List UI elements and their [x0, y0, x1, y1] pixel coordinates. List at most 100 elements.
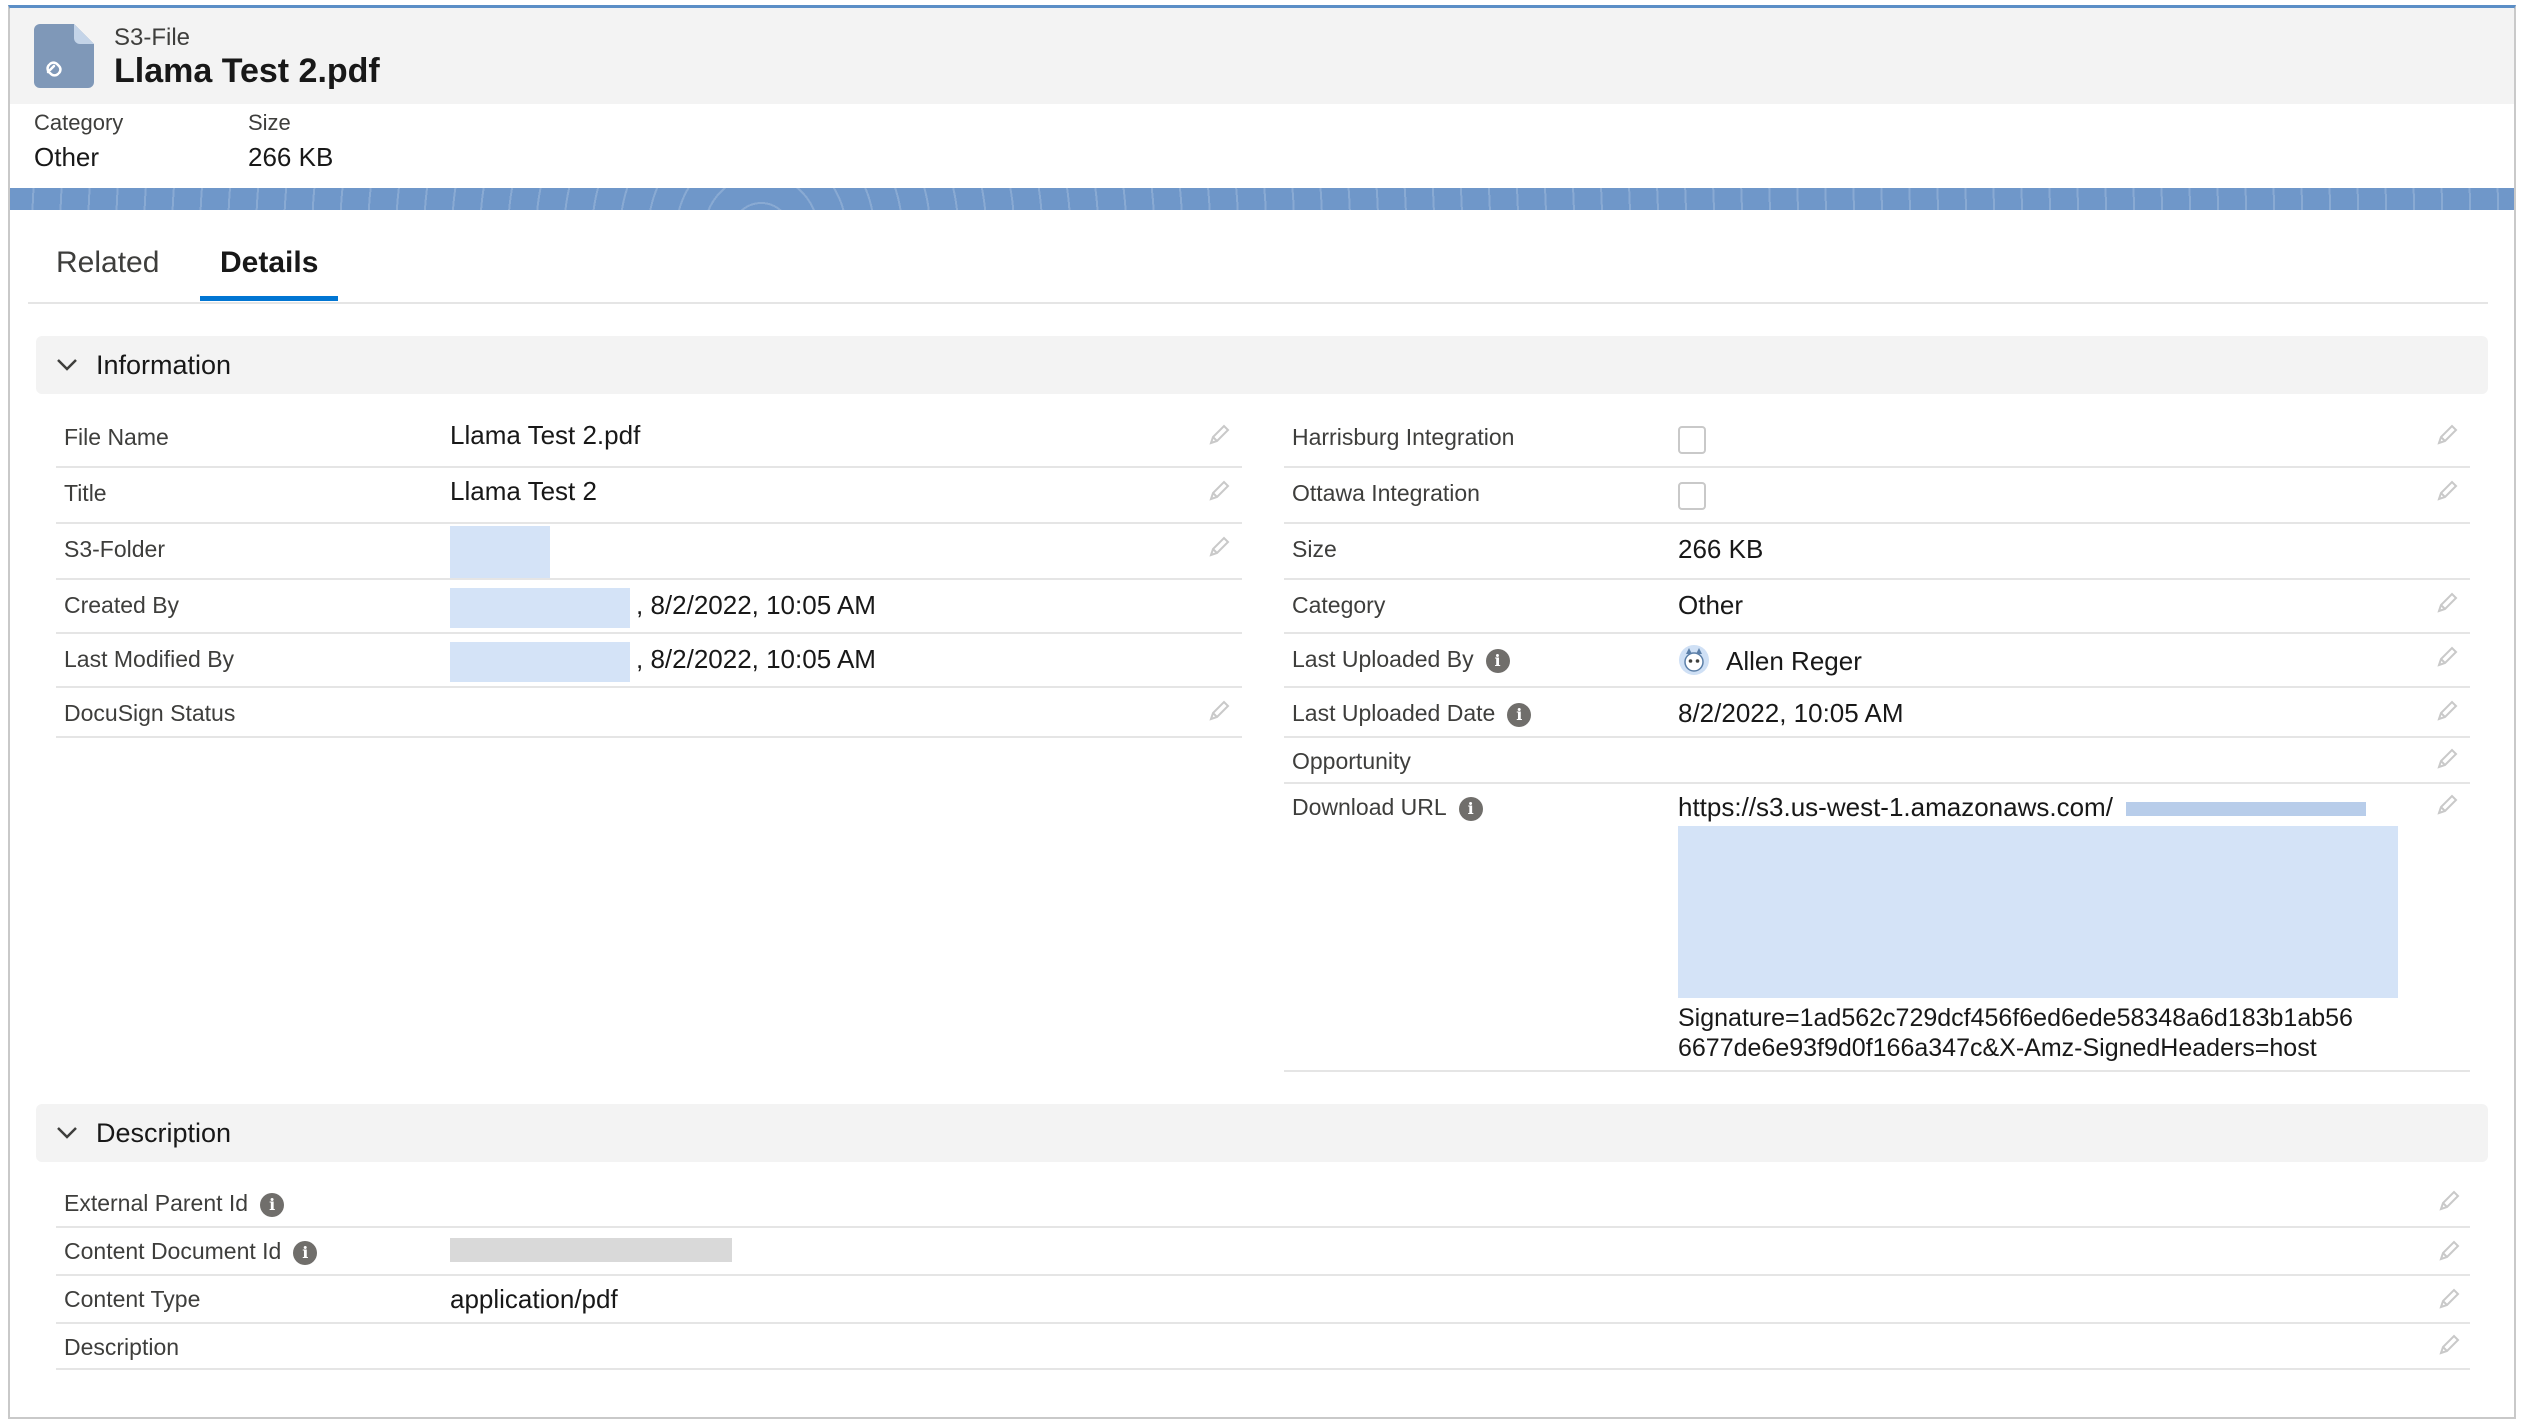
field-label: Download URL i [1292, 794, 1483, 821]
pencil-icon[interactable] [2434, 746, 2460, 772]
pencil-icon[interactable] [2436, 1188, 2462, 1214]
field-label-text: External Parent Id [64, 1190, 249, 1216]
field-last-uploaded-date: Last Uploaded Date i 8/2/2022, 10:05 AM [1284, 688, 2470, 738]
field-label: S3-Folder [64, 536, 165, 562]
highlight-label: Size [248, 110, 291, 135]
field-value: Llama Test 2 [450, 476, 597, 506]
field-size: Size 266 KB [1284, 524, 2470, 580]
field-opportunity: Opportunity [1284, 738, 2470, 784]
info-icon[interactable]: i [1507, 702, 1532, 727]
info-icon[interactable]: i [1458, 796, 1483, 821]
redacted-url-body [1678, 826, 2398, 998]
redacted-value [450, 526, 550, 578]
field-file-name: File Name Llama Test 2.pdf [56, 412, 1242, 468]
pencil-icon[interactable] [2436, 1332, 2462, 1358]
info-icon[interactable]: i [1485, 648, 1510, 673]
highlight-category: Category Other [34, 110, 123, 173]
field-download-url: Download URL i https://s3.us-west-1.amazo… [1284, 784, 2470, 1072]
redacted-user [450, 642, 630, 682]
field-label: Size [1292, 536, 1337, 562]
download-url-signature[interactable]: Signature=1ad562c729dcf456f6ed6ede58348a… [1678, 1004, 2353, 1033]
field-label-text: Last Uploaded By [1292, 646, 1474, 672]
info-icon[interactable]: i [293, 1240, 318, 1265]
object-type-label: S3-File [114, 24, 191, 51]
field-value: 266 KB [1678, 534, 1764, 564]
pencil-icon[interactable] [1206, 698, 1232, 724]
field-label: File Name [64, 424, 169, 450]
field-label: Title [64, 480, 107, 506]
pencil-icon[interactable] [2436, 1286, 2462, 1312]
harrisburg-checkbox[interactable] [1678, 426, 1706, 454]
tab-bar: Related Details [28, 228, 2488, 304]
field-label: Ottawa Integration [1292, 480, 1480, 506]
avatar-icon [1679, 645, 1709, 675]
chevron-down-icon [57, 1127, 77, 1139]
pencil-icon[interactable] [2436, 1238, 2462, 1264]
field-created-by: Created By , 8/2/2022, 10:05 AM [56, 580, 1242, 634]
highlight-value: Other [34, 142, 100, 172]
field-label: Opportunity [1292, 748, 1411, 774]
field-value: Other [1678, 590, 1744, 620]
field-value: , 8/2/2022, 10:05 AM [636, 590, 876, 620]
record-title: Llama Test 2.pdf [114, 52, 380, 90]
field-content-type: Content Type application/pdf [56, 1276, 2470, 1324]
last-uploaded-by-link[interactable]: Allen Reger [1726, 646, 1862, 677]
redacted-document-id [450, 1238, 732, 1262]
field-label: External Parent Id i [64, 1190, 285, 1217]
pencil-icon[interactable] [2434, 644, 2460, 670]
field-value: 8/2/2022, 10:05 AM [1678, 698, 1904, 728]
field-category: Category Other [1284, 580, 2470, 634]
tab-related[interactable]: Related [56, 246, 159, 296]
field-docusign-status: DocuSign Status [56, 688, 1242, 738]
pencil-icon[interactable] [2434, 792, 2460, 818]
field-label: Content Type [64, 1286, 201, 1312]
header-banner [10, 188, 2514, 210]
field-last-uploaded-by: Last Uploaded By i Allen Reger [1284, 634, 2470, 688]
field-label: Created By [64, 592, 180, 618]
tab-details[interactable]: Details [200, 246, 339, 301]
field-last-modified-by: Last Modified By , 8/2/2022, 10:05 AM [56, 634, 1242, 688]
field-value: Llama Test 2.pdf [450, 420, 641, 450]
field-external-parent-id: External Parent Id i [56, 1178, 2470, 1228]
field-label: Content Document Id i [64, 1238, 318, 1265]
section-title: Information [96, 350, 232, 380]
pencil-icon[interactable] [1206, 478, 1232, 504]
field-label: Last Uploaded By i [1292, 646, 1510, 673]
field-label-text: Content Document Id [64, 1238, 282, 1264]
pencil-icon[interactable] [2434, 698, 2460, 724]
chevron-down-icon [57, 359, 77, 371]
field-value: application/pdf [450, 1284, 618, 1314]
field-label: Description [64, 1334, 180, 1360]
section-title: Description [96, 1118, 232, 1148]
pencil-icon[interactable] [1206, 534, 1232, 560]
field-title: Title Llama Test 2 [56, 468, 1242, 524]
field-ottawa-integration: Ottawa Integration [1284, 468, 2470, 524]
download-url-signed-headers[interactable]: 6677de6e93f9d0f166a347c&X-Amz-SignedHead… [1678, 1034, 2317, 1063]
pencil-icon[interactable] [2434, 590, 2460, 616]
download-url-link[interactable]: https://s3.us-west-1.amazonaws.com/ [1678, 792, 2113, 823]
pencil-icon[interactable] [1206, 422, 1232, 448]
redacted-url-segment [2126, 802, 2366, 816]
field-label: Last Uploaded Date i [1292, 700, 1532, 727]
info-icon[interactable]: i [260, 1192, 285, 1217]
field-content-document-id: Content Document Id i [56, 1228, 2470, 1276]
field-label: Category [1292, 592, 1386, 618]
field-label: DocuSign Status [64, 700, 236, 726]
highlight-value: 266 KB [248, 142, 334, 172]
record-header: S3-File Llama Test 2.pdf [10, 8, 2514, 104]
section-information[interactable]: Information [36, 336, 2488, 394]
field-label: Last Modified By [64, 646, 235, 672]
redacted-user [450, 588, 630, 628]
field-label: Harrisburg Integration [1292, 424, 1515, 450]
field-label-text: Download URL [1292, 794, 1447, 820]
field-description: Description [56, 1324, 2470, 1370]
section-description[interactable]: Description [36, 1104, 2488, 1162]
pencil-icon[interactable] [2434, 478, 2460, 504]
ottawa-checkbox[interactable] [1678, 482, 1706, 510]
file-link-icon [34, 24, 94, 88]
highlight-label: Category [34, 110, 124, 135]
field-s3-folder: S3-Folder [56, 524, 1242, 580]
field-value: , 8/2/2022, 10:05 AM [636, 644, 876, 674]
pencil-icon[interactable] [2434, 422, 2460, 448]
highlight-size: Size 266 KB [248, 110, 333, 173]
